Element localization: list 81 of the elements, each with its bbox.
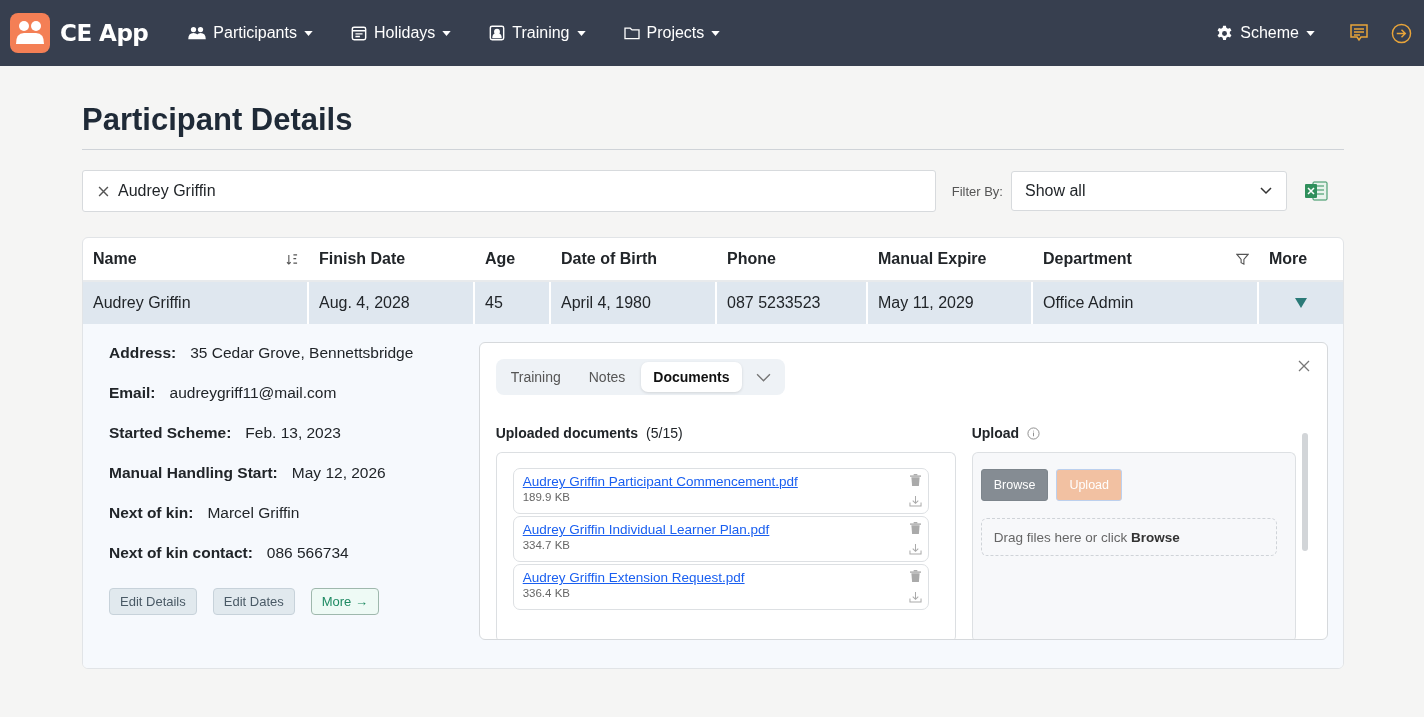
chevron-down-icon	[1260, 187, 1272, 195]
column-header[interactable]: Finish Date	[309, 238, 475, 280]
filter-dropdown[interactable]: Show all	[1011, 171, 1287, 211]
table-cell: 45	[475, 282, 551, 324]
chevron-down-icon[interactable]	[755, 372, 771, 382]
download-icon[interactable]	[908, 591, 922, 603]
action-button[interactable]: Edit Dates	[212, 588, 295, 615]
column-header[interactable]: More	[1259, 238, 1343, 280]
sort-icon[interactable]	[286, 253, 299, 265]
folder-icon	[623, 26, 640, 40]
column-header[interactable]: Date of Birth	[551, 238, 717, 280]
tab[interactable]: Documents	[641, 362, 742, 392]
scheme-menu[interactable]: Scheme	[1216, 24, 1315, 42]
trash-icon[interactable]	[909, 474, 921, 486]
settings-icon	[1216, 24, 1234, 42]
field-label: Next of kin contact:	[109, 544, 253, 563]
nav-menu[interactable]: Holidays	[350, 24, 452, 42]
drop-zone[interactable]: Drag files here or click Browse	[980, 518, 1277, 556]
message-icon[interactable]	[1349, 23, 1369, 43]
expand-toggle-icon[interactable]	[1295, 297, 1307, 309]
info-icon[interactable]	[1027, 426, 1041, 440]
nav-menu[interactable]: Projects	[623, 24, 721, 42]
document-link[interactable]: Audrey Griffin Extension Request.pdf	[522, 570, 745, 585]
tab[interactable]: Notes	[576, 362, 638, 392]
field-value: audreygriff11@mail.com	[169, 384, 337, 403]
app-name[interactable]: CE App	[60, 20, 149, 46]
person-board-icon	[489, 25, 506, 41]
table-cell: Aug. 4, 2028	[309, 282, 475, 324]
caret-icon	[303, 30, 313, 36]
field-value: May 12, 2026	[291, 464, 386, 483]
section-title: Uploaded documents	[495, 425, 639, 441]
action-button[interactable]: More →	[310, 588, 379, 615]
caret-icon	[576, 30, 586, 36]
document-link[interactable]: Audrey Griffin Participant Commencement.pdf	[522, 474, 798, 489]
calendar-icon	[350, 25, 367, 41]
people-icon	[188, 26, 207, 40]
download-icon[interactable]	[908, 543, 922, 555]
logout-icon[interactable]	[1391, 22, 1412, 44]
table-cell: April 4, 1980	[551, 282, 717, 324]
trash-icon[interactable]	[909, 522, 921, 534]
nav-menu[interactable]: Training	[489, 24, 586, 42]
field-label: Address:	[109, 344, 177, 363]
tab[interactable]: Training	[498, 362, 573, 392]
column-header[interactable]: Name	[83, 238, 309, 280]
column-header[interactable]: Phone	[717, 238, 868, 280]
nav-menu[interactable]: Participants	[188, 24, 313, 42]
file-size: 336.4 KB	[522, 587, 571, 599]
action-button[interactable]: Edit Details	[109, 588, 197, 615]
caret-icon	[711, 30, 721, 36]
section-title: Upload	[971, 425, 1020, 441]
column-header[interactable]: Department	[1033, 238, 1259, 280]
table-cell: May 11, 2029	[868, 282, 1033, 324]
trash-icon[interactable]	[909, 570, 921, 582]
filter-label: Filter By:	[951, 183, 1003, 199]
file-size: 189.9 KB	[522, 491, 571, 503]
table-cell: Audrey Griffin	[83, 282, 309, 324]
download-icon[interactable]	[908, 495, 922, 507]
field-value: Marcel Griffin	[207, 504, 300, 523]
close-icon[interactable]	[1298, 360, 1310, 372]
search-field[interactable]: Audrey Griffin	[82, 170, 936, 212]
filter-icon[interactable]	[1236, 252, 1249, 266]
people-logo-icon[interactable]	[10, 13, 50, 53]
clear-icon[interactable]	[98, 185, 109, 197]
table-cell: 087 5233523	[717, 282, 868, 324]
caret-icon	[442, 30, 452, 36]
field-value: 35 Cedar Grove, Bennettsbridge	[190, 344, 414, 363]
table-cell: Office Admin	[1033, 282, 1259, 324]
field-label: Email:	[109, 384, 156, 403]
file-size: 334.7 KB	[522, 539, 571, 551]
document-link[interactable]: Audrey Griffin Individual Learner Plan.pdf	[522, 522, 770, 537]
column-header[interactable]: Manual Expire	[868, 238, 1033, 280]
document-count: (5/15)	[646, 425, 683, 441]
spreadsheet-export-icon[interactable]	[1304, 180, 1328, 202]
page-title: Participant Details	[82, 101, 354, 139]
field-value: 086 566734	[266, 544, 349, 563]
field-value: Feb. 13, 2023	[245, 424, 341, 443]
field-label: Started Scheme:	[109, 424, 232, 443]
column-header[interactable]: Age	[475, 238, 551, 280]
caret-icon	[1306, 30, 1315, 36]
field-label: Next of kin:	[109, 504, 194, 523]
field-label: Manual Handling Start:	[109, 464, 278, 483]
